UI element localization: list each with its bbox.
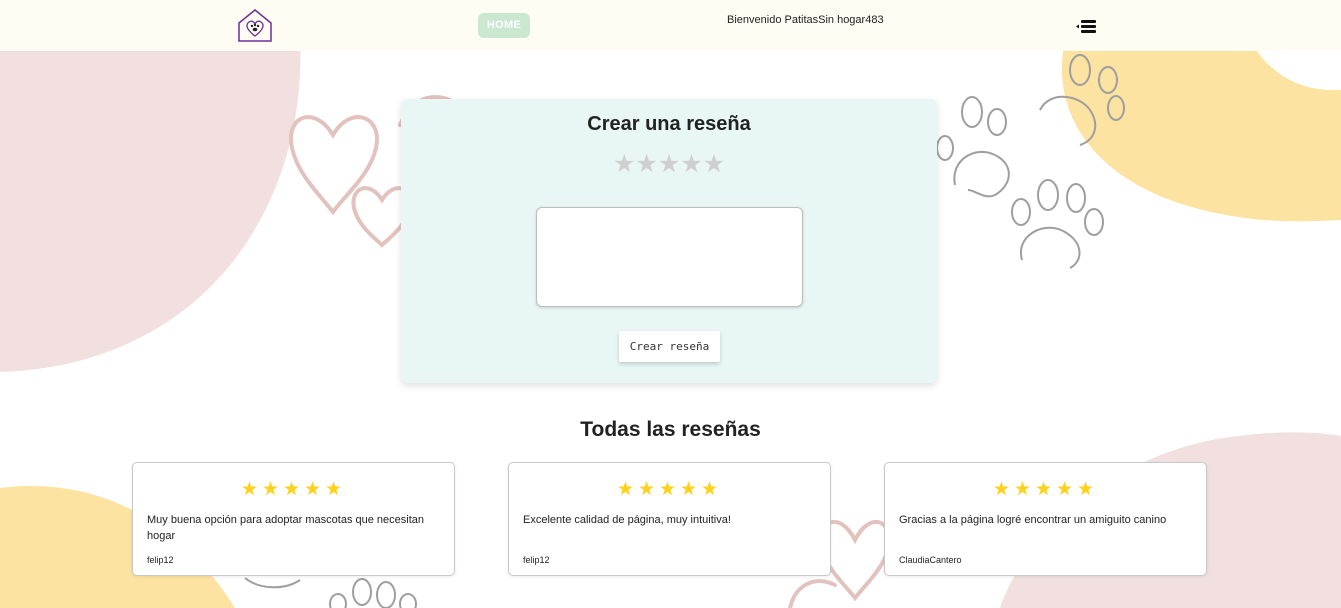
review-author: ClaudiaCantero xyxy=(899,555,962,565)
top-navbar: HOME Bienvenido PatitasSin hogar483 xyxy=(0,0,1341,51)
review-author: felip12 xyxy=(147,555,174,565)
create-review-button[interactable]: Crear reseña xyxy=(619,331,720,362)
review-textarea[interactable] xyxy=(536,207,803,307)
star-icon[interactable]: ★ xyxy=(613,149,635,179)
review-card: ★★★★★ Excelente calidad de página, muy i… xyxy=(508,462,831,576)
star-icon[interactable]: ★ xyxy=(658,149,680,179)
pink-blob-left xyxy=(0,40,301,372)
house-paw-logo-icon[interactable] xyxy=(237,8,273,42)
star-icon[interactable]: ★ xyxy=(680,149,702,179)
star-icon[interactable]: ★ xyxy=(635,149,657,179)
paw-doodles-bottom-left xyxy=(244,577,417,608)
create-review-title: Crear una reseña xyxy=(587,113,751,135)
all-reviews-title: Todas las reseñas xyxy=(580,418,761,441)
review-text: Gracias a la página logré encontrar un a… xyxy=(899,514,1167,526)
welcome-message: Bienvenido PatitasSin hogar483 xyxy=(727,14,884,26)
review-stars: ★★★★★ xyxy=(992,479,1099,500)
review-author: felip12 xyxy=(523,555,550,565)
star-rating-input[interactable]: ★ ★ ★ ★ ★ xyxy=(613,149,725,179)
create-review-card: Crear una reseña ★ ★ ★ ★ ★ Crear reseña xyxy=(401,99,937,383)
review-text: Muy buena opción para adoptar mascotas q… xyxy=(147,514,425,542)
review-card: ★★★★★ Gracias a la página logré encontra… xyxy=(884,462,1207,576)
review-stars: ★★★★★ xyxy=(240,479,347,500)
review-text: Excelente calidad de página, muy intuiti… xyxy=(523,514,731,526)
review-card: ★★★★★ Muy buena opción para adoptar masc… xyxy=(132,462,455,576)
review-stars: ★★★★★ xyxy=(616,479,723,500)
yellow-blob-top-right xyxy=(1061,40,1341,222)
star-icon[interactable]: ★ xyxy=(703,149,725,179)
menu-collapse-icon[interactable] xyxy=(1076,18,1096,35)
home-button[interactable]: HOME xyxy=(478,13,530,38)
